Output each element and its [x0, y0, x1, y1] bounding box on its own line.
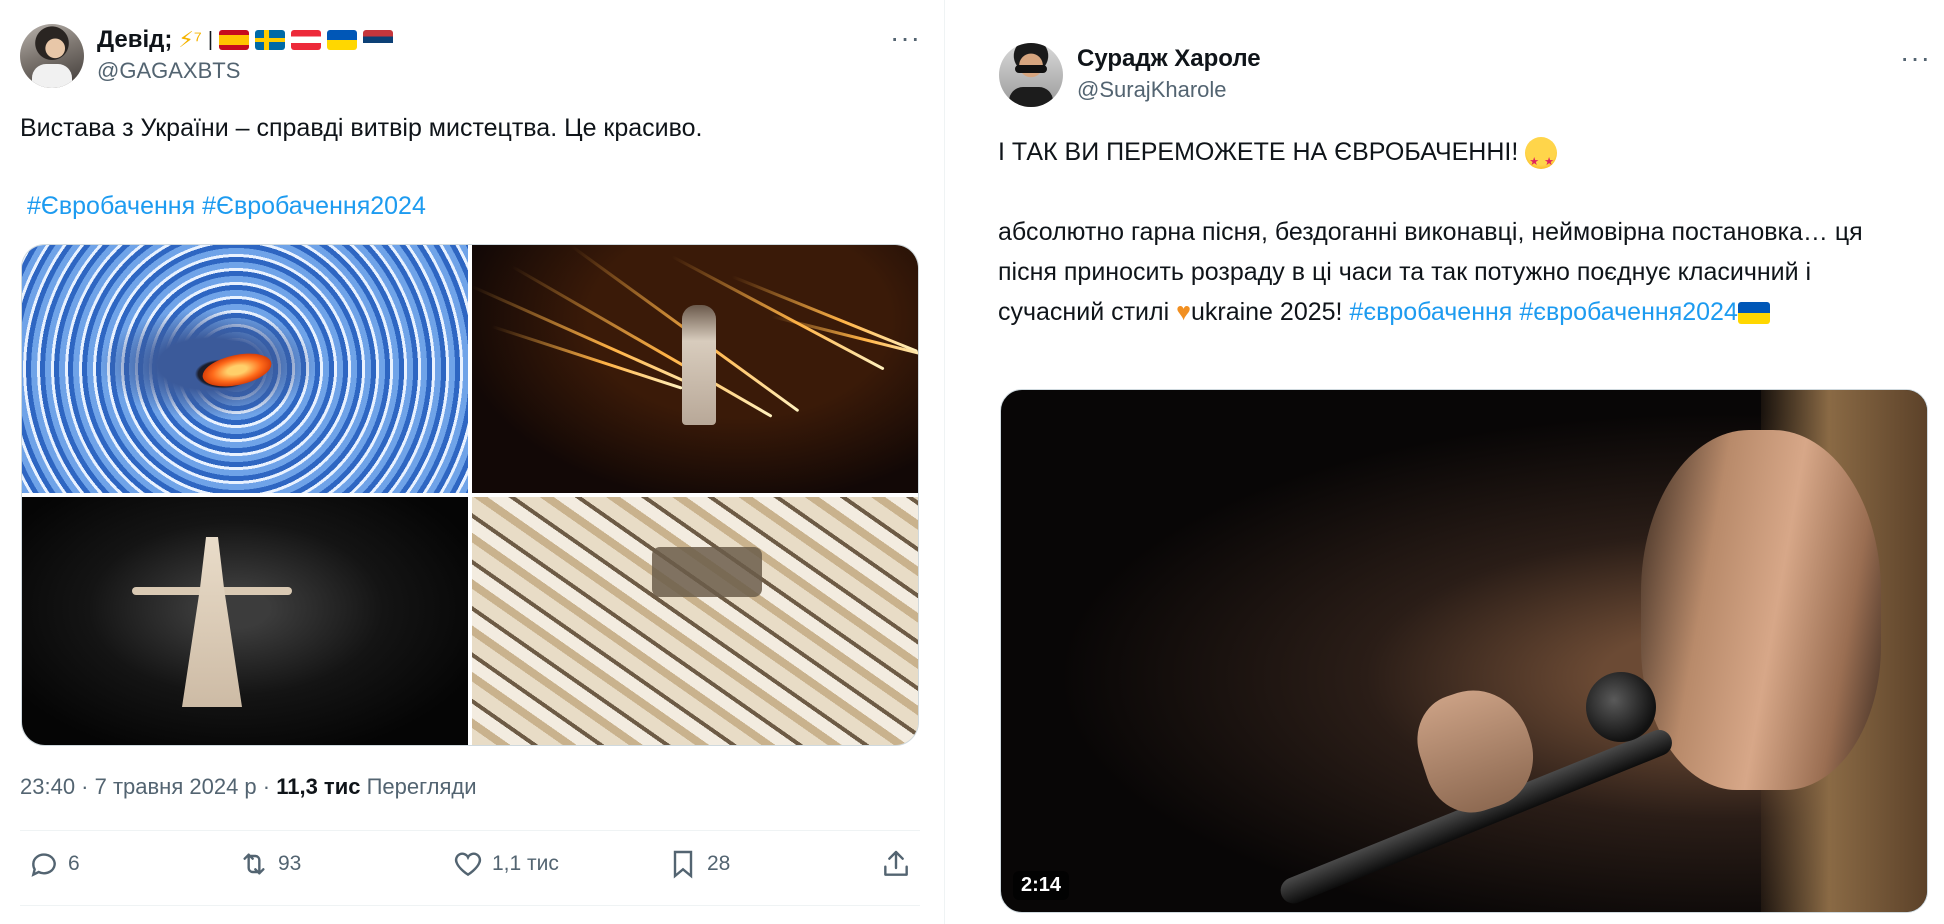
avatar[interactable]: [999, 43, 1063, 107]
tweet-left: Девід; ⚡⁷ | @GAGAXBTS ··· Вистава з Укра…: [0, 0, 944, 924]
retweet-icon: [243, 853, 265, 875]
tweet-meta: 23:40 · 7 травня 2024 р · 11,3 тис Перег…: [20, 774, 477, 800]
share-icon: [884, 850, 908, 876]
hashtag-link[interactable]: #Євробачення: [27, 192, 195, 220]
star-struck-emoji-icon: [1525, 137, 1558, 182]
tweet-text: І ТАК ВИ ПЕРЕМОЖЕТЕ НА ЄВРОБАЧЕННІ! абсо…: [998, 132, 1918, 332]
divider: [20, 905, 920, 906]
video-duration: 2:14: [1013, 871, 1070, 900]
tweet-line: І ТАК ВИ ПЕРЕМОЖЕТЕ НА ЄВРОБАЧЕННІ!: [998, 138, 1526, 166]
views-label: Перегляди: [360, 774, 477, 799]
flag-austria-icon: [291, 30, 322, 50]
like-count: 1,1 тис: [492, 852, 559, 875]
hashtag-link[interactable]: #євробачення: [1349, 298, 1512, 326]
photo-dancer-performance[interactable]: [22, 497, 468, 745]
retweet-button[interactable]: 93: [238, 848, 301, 880]
orange-heart-emoji-icon: ♥: [1176, 298, 1191, 326]
tweet-text: Вистава з України – справді витвір мисте…: [20, 114, 703, 142]
divider: [20, 830, 920, 831]
bookmark-icon: [673, 850, 693, 879]
author-name[interactable]: Девід;: [97, 26, 172, 54]
hashtag-link[interactable]: #Євробачення2024: [202, 192, 426, 220]
reply-icon: [31, 853, 56, 877]
reply-button[interactable]: 6: [28, 848, 80, 880]
timestamp[interactable]: 23:40 · 7 травня 2024 р ·: [20, 774, 276, 799]
avatar[interactable]: [20, 24, 84, 88]
flag-ukraine-icon: [327, 30, 358, 50]
badge-lightning-icon: ⚡⁷: [178, 27, 202, 52]
flag-ukraine-icon: [1737, 302, 1770, 325]
author-row: Сурадж Хароле: [1077, 45, 1261, 73]
hashtags: #Євробачення #Євробачення2024: [27, 186, 426, 226]
video-player[interactable]: 2:14: [1000, 389, 1928, 913]
name-separator: |: [207, 28, 214, 51]
bookmark-count: 28: [707, 852, 731, 875]
like-button[interactable]: 1,1 тис: [452, 848, 559, 880]
share-button[interactable]: [880, 848, 912, 880]
reply-count: 6: [68, 852, 80, 875]
more-horizontal-icon[interactable]: ···: [1900, 42, 1931, 74]
author-name[interactable]: Сурадж Хароле: [1077, 45, 1261, 73]
column-divider: [944, 0, 945, 924]
hashtag-link[interactable]: #євробачення2024: [1519, 298, 1738, 326]
photo-sparks-performance[interactable]: [472, 245, 918, 493]
views-count: 11,3 тис: [276, 774, 361, 799]
flag-serbia-icon: [363, 30, 394, 50]
action-bar: 6 93 1,1 тис 28: [20, 848, 920, 888]
author-handle[interactable]: @GAGAXBTS: [97, 58, 240, 84]
photo-water-performance[interactable]: [22, 245, 468, 493]
more-horizontal-icon[interactable]: ···: [890, 22, 921, 54]
flag-spain-icon: [219, 30, 250, 50]
photo-crowd-performance[interactable]: [472, 497, 918, 745]
retweet-count: 93: [278, 852, 302, 875]
bookmark-button[interactable]: 28: [667, 848, 730, 880]
tweet-line: ukraine 2025!: [1190, 298, 1350, 326]
media-grid: [21, 244, 919, 746]
author-row: Девід; ⚡⁷ |: [97, 26, 394, 54]
author-handle[interactable]: @SurajKharole: [1077, 77, 1227, 103]
flag-sweden-icon: [255, 30, 286, 50]
heart-icon: [454, 852, 482, 877]
